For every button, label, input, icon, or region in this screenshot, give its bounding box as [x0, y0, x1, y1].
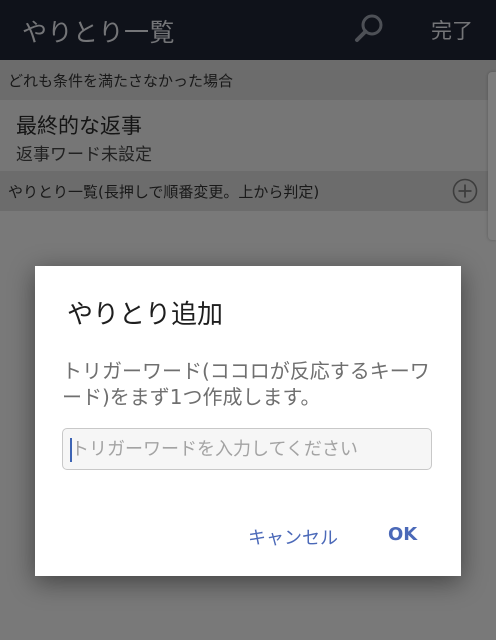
trigger-word-input[interactable] [71, 429, 421, 469]
dialog-title: やりとり追加 [67, 300, 224, 330]
ok-button[interactable]: OK [388, 524, 417, 545]
cancel-button[interactable]: キャンセル [248, 524, 338, 550]
add-exchange-dialog: やりとり追加 トリガーワード(ココロが反応するキーワード)をまず1つ作成します。… [35, 266, 461, 576]
trigger-word-field[interactable] [62, 428, 432, 470]
dialog-message: トリガーワード(ココロが反応するキーワード)をまず1つ作成します。 [62, 359, 430, 409]
